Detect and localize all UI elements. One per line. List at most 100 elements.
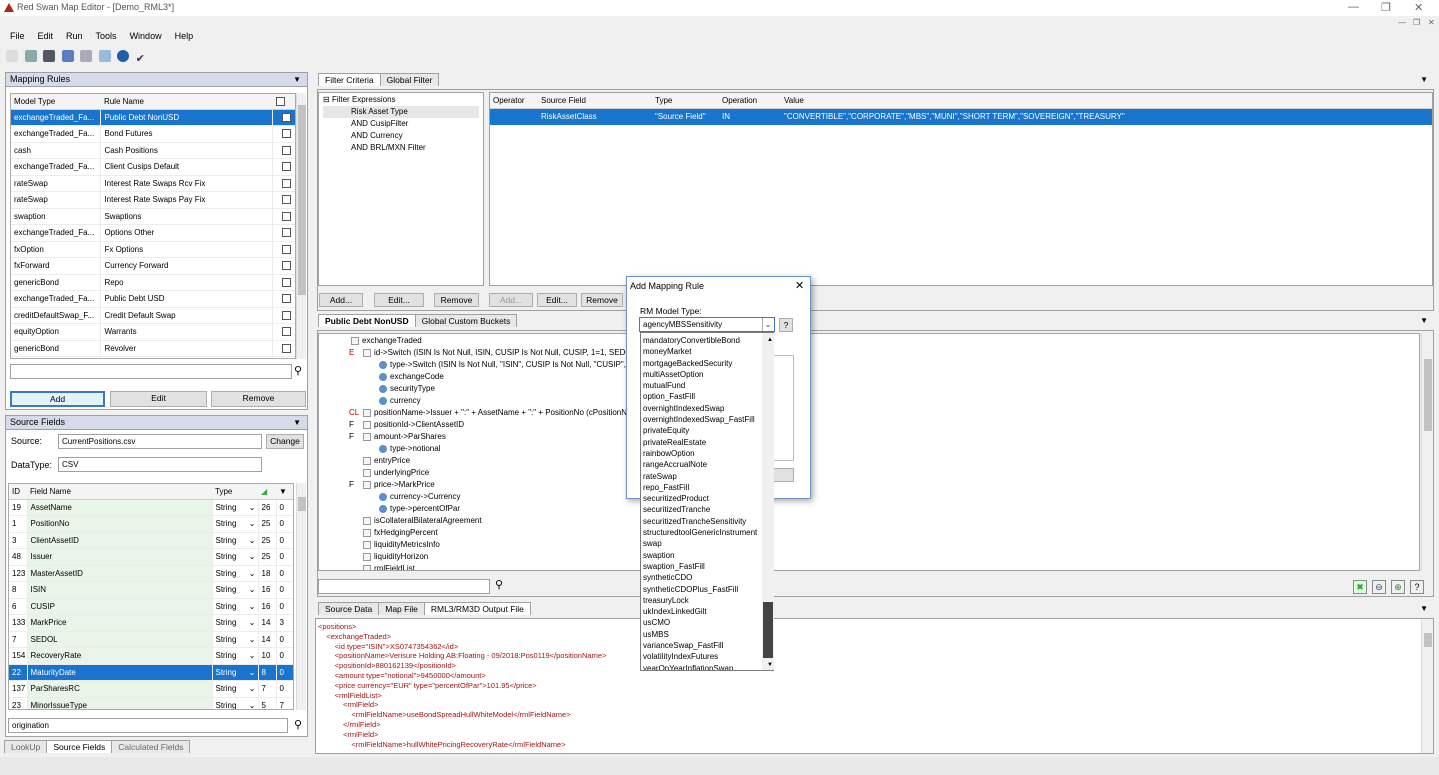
table-row[interactable]: equityOption Warrants xyxy=(11,323,295,341)
rule-checkbox[interactable] xyxy=(272,307,295,324)
field-type-select[interactable]: String ⌄ xyxy=(212,647,259,665)
dropdown-option[interactable]: swaption_FastFill xyxy=(641,561,762,572)
dropdown-option[interactable]: repo_FastFill xyxy=(641,482,762,493)
table-row[interactable]: exchangeTraded_Fa... Public Debt USD xyxy=(11,290,295,308)
mapping-node[interactable]: Fprice->MarkPrice xyxy=(323,479,1415,491)
chevron-down-icon[interactable]: ▼ xyxy=(1420,75,1428,84)
mapping-search-input[interactable] xyxy=(318,579,490,594)
dropdown-option[interactable]: ukIndexLinkedGilt xyxy=(641,606,762,617)
table-row[interactable]: fxOption Fx Options xyxy=(11,241,295,258)
rule-checkbox[interactable] xyxy=(272,175,295,192)
minus-icon[interactable]: ⊖ xyxy=(1372,580,1386,594)
dropdown-option[interactable]: overnightIndexedSwap_FastFill xyxy=(641,414,762,425)
dropdown-option[interactable]: rainbowOption xyxy=(641,448,762,459)
table-row[interactable]: exchangeTraded_Fa... Client Cusips Defaul… xyxy=(11,158,295,176)
col-value[interactable]: Value xyxy=(781,93,1432,109)
table-row[interactable]: 23 MinorIssueType String ⌄ 5 7 xyxy=(9,697,293,709)
field-type-select[interactable]: String ⌄ xyxy=(212,631,259,648)
mapping-node[interactable]: CL positionName->Issuer + ":" + AssetName… xyxy=(323,407,1415,419)
col-source-field[interactable]: Source Field xyxy=(538,93,652,109)
new-file-icon[interactable] xyxy=(6,50,18,62)
rule-checkbox[interactable] xyxy=(272,109,295,126)
table-row[interactable]: 22 MaturityDate String ⌄ 8 0 xyxy=(9,664,293,681)
tab-lookup[interactable]: LookUp xyxy=(4,740,48,753)
field-type-select[interactable]: String ⌄ xyxy=(212,697,259,709)
fields-scrollbar[interactable] xyxy=(296,483,306,710)
chevron-down-icon[interactable]: ⌄ xyxy=(249,668,256,677)
table-row[interactable]: 3 ClientAssetID String ⌄ 25 0 xyxy=(9,532,293,549)
field-type-select[interactable]: String ⌄ xyxy=(212,614,259,632)
source-file-field[interactable]: CurrentPositions.csv xyxy=(58,434,262,449)
table-row[interactable]: 19 AssetName String ⌄ 26 0 xyxy=(9,499,293,516)
menu-item[interactable]: Run xyxy=(66,31,83,41)
dropdown-option[interactable]: volatilityIndexFutures xyxy=(641,651,762,662)
table-row[interactable]: 154 RecoveryRate String ⌄ 10 0 xyxy=(9,647,293,665)
dropdown-option[interactable]: mutualFund xyxy=(641,380,762,391)
chevron-down-icon[interactable]: ⌄ xyxy=(249,552,256,561)
edit-criteria-button[interactable]: Edit... xyxy=(537,293,577,307)
dropdown-option[interactable]: privateEquity xyxy=(641,425,762,436)
rule-checkbox[interactable] xyxy=(272,274,295,291)
tab-source-data[interactable]: Source Data xyxy=(318,602,380,615)
restore-icon[interactable]: ❐ xyxy=(1381,1,1391,14)
rule-checkbox[interactable] xyxy=(272,125,295,143)
chevron-down-icon[interactable]: ⌄ xyxy=(249,602,256,611)
add-criteria-button[interactable]: Add... xyxy=(489,293,533,307)
chevron-down-icon[interactable]: ⌄ xyxy=(249,519,256,528)
sort-icon[interactable]: ◢ xyxy=(258,484,276,500)
filter-icon[interactable]: ▼ xyxy=(276,484,293,500)
field-type-select[interactable]: String ⌄ xyxy=(212,581,259,599)
table-row[interactable]: creditDefaultSwap_F... Credit Default Swa… xyxy=(11,307,295,324)
table-row[interactable]: 48 Issuer String ⌄ 25 0 xyxy=(9,548,293,566)
datatype-field[interactable]: CSV xyxy=(58,457,262,472)
tab-global-filter[interactable]: Global Filter xyxy=(379,73,440,86)
dropdown-option[interactable]: rateSwap xyxy=(641,471,762,482)
rule-checkbox[interactable] xyxy=(272,224,295,242)
search-icon[interactable]: ⚲ xyxy=(495,578,503,591)
filter-node-risk-asset-type[interactable]: Risk Asset Type xyxy=(323,106,479,118)
search-icon[interactable]: ⚲ xyxy=(294,718,302,731)
rule-checkbox[interactable] xyxy=(272,142,295,159)
chevron-down-icon[interactable]: ⌄ xyxy=(249,536,256,545)
field-type-select[interactable]: String ⌄ xyxy=(212,664,259,681)
output-scrollbar[interactable] xyxy=(1421,619,1433,753)
mapping-node[interactable]: Famount->ParShares xyxy=(323,431,1415,443)
edit-rule-button[interactable]: Edit xyxy=(110,391,207,407)
table-row[interactable]: 1 PositionNo String ⌄ 25 0 xyxy=(9,515,293,533)
close-icon[interactable]: ✕ xyxy=(1414,1,1423,14)
redo-icon[interactable] xyxy=(80,50,93,62)
table-row[interactable]: swaption Swaptions xyxy=(11,208,295,225)
rule-checkbox[interactable] xyxy=(272,290,295,308)
dropdown-option[interactable]: varianceSwap_FastFill xyxy=(641,640,762,651)
mapping-node[interactable]: exchangeTraded xyxy=(323,335,1415,347)
rule-checkbox[interactable] xyxy=(272,191,295,209)
dropdown-option[interactable]: mandatoryConvertibleBond xyxy=(641,335,762,346)
tab-calculated-fields[interactable]: Calculated Fields xyxy=(111,740,191,753)
menu-item[interactable]: Tools xyxy=(96,31,117,41)
chevron-down-icon[interactable]: ▼ xyxy=(1420,604,1428,613)
rule-checkbox[interactable] xyxy=(272,323,295,341)
dropdown-option[interactable]: moneyMarket xyxy=(641,346,762,357)
help-button[interactable]: ? xyxy=(779,318,793,332)
chevron-down-icon[interactable]: ▼ xyxy=(1420,316,1428,325)
table-row[interactable]: cash Cash Positions xyxy=(11,142,295,159)
chevron-down-icon[interactable]: ⌄ xyxy=(762,318,773,331)
col-operation[interactable]: Operation xyxy=(719,93,781,109)
col-type[interactable]: Type xyxy=(212,484,258,500)
mapping-node[interactable]: exchangeCode xyxy=(323,371,1415,383)
tab-public-debt-nonusd[interactable]: Public Debt NonUSD xyxy=(318,314,416,327)
dropdown-option[interactable]: syntheticCDO xyxy=(641,572,762,583)
col-model-type[interactable]: Model Type xyxy=(11,94,101,110)
dropdown-scrollbar[interactable]: ▲ ▼ xyxy=(762,333,774,670)
dropdown-option[interactable]: yearOnYearInflationSwap xyxy=(641,663,762,670)
dropdown-option[interactable]: syntheticCDOPlus_FastFill xyxy=(641,584,762,595)
table-row[interactable]: exchangeTraded_Fa... Public Debt NonUSD xyxy=(11,109,295,126)
tab-source-fields[interactable]: Source Fields xyxy=(46,740,113,753)
table-row[interactable]: genericBond Repo xyxy=(11,274,295,291)
chevron-down-icon[interactable]: ⌄ xyxy=(249,635,256,644)
table-row[interactable]: 137 ParSharesRC String ⌄ 7 0 xyxy=(9,680,293,698)
chevron-down-icon[interactable]: ⌄ xyxy=(249,503,256,512)
table-row[interactable]: exchangeTraded_Fa... Options Other xyxy=(11,224,295,242)
table-row[interactable]: rateSwap Interest Rate Swaps Pay Fix xyxy=(11,191,295,209)
dropdown-option[interactable]: mortgageBackedSecurity xyxy=(641,358,762,369)
